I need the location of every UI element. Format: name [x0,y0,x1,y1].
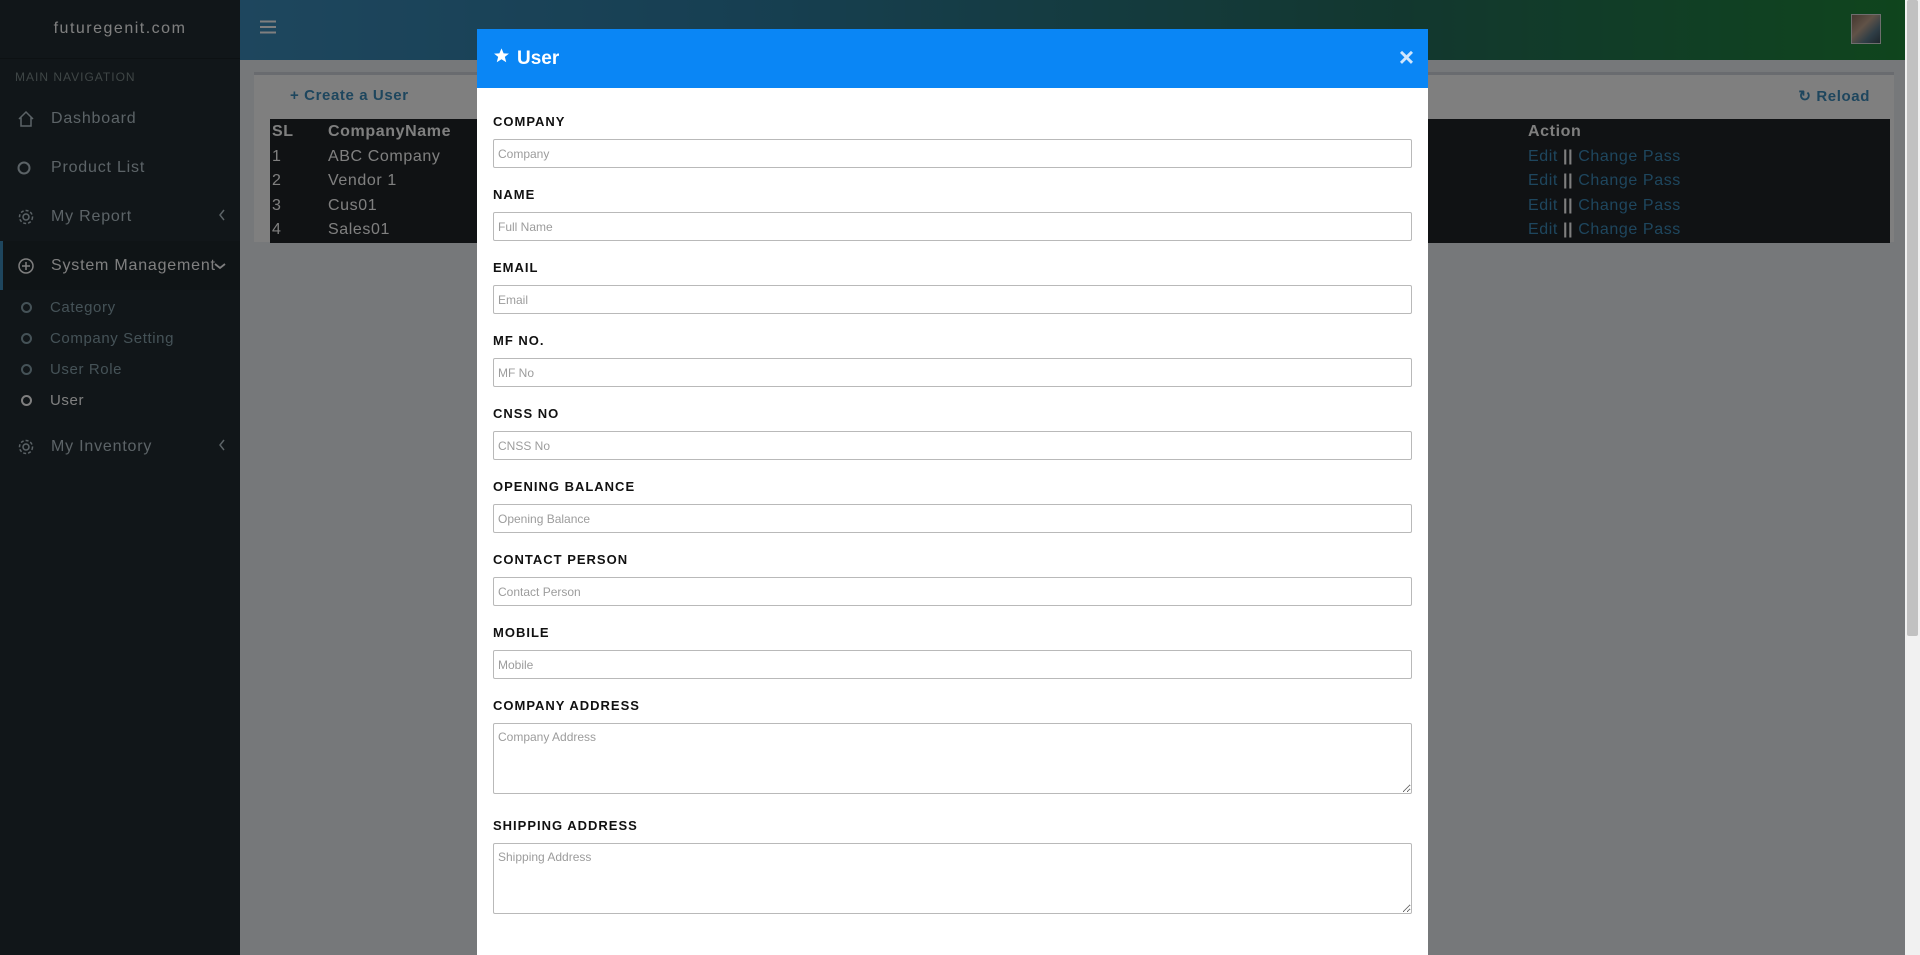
cnss-no-label: CNSS NO [493,406,560,421]
full-name-input[interactable] [493,212,1412,241]
form-group-opening-balance: OPENING BALANCE [493,479,1412,533]
shipping-address-textarea[interactable] [493,843,1412,914]
name-label: NAME [493,187,536,202]
opening-balance-input[interactable] [493,504,1412,533]
form-group-company: COMPANY [493,114,1412,168]
mf-no-label: MF NO. [493,333,545,348]
form-group-cnss-no: CNSS NO [493,406,1412,460]
company-address-label: COMPANY ADDRESS [493,698,640,713]
email-label: EMAIL [493,260,539,275]
modal-title-text: User [517,47,560,69]
cnss-no-input[interactable] [493,431,1412,460]
opening-balance-label: OPENING BALANCE [493,479,636,494]
star-icon [493,47,517,70]
contact-person-input[interactable] [493,577,1412,606]
mobile-label: MOBILE [493,625,550,640]
form-group-mobile: MOBILE [493,625,1412,679]
company-input[interactable] [493,139,1412,168]
close-icon[interactable]: × [1399,43,1414,71]
company-address-textarea[interactable] [493,723,1412,794]
page-scrollbar[interactable] [1905,0,1920,955]
scrollbar-thumb[interactable] [1907,0,1918,636]
form-group-name: NAME [493,187,1412,241]
company-label: COMPANY [493,114,566,129]
modal-title: User [493,47,559,70]
mobile-input[interactable] [493,650,1412,679]
form-group-mf-no: MF NO. [493,333,1412,387]
form-group-company-address: COMPANY ADDRESS [493,698,1412,799]
form-group-email: EMAIL [493,260,1412,314]
form-group-shipping-address: SHIPPING ADDRESS [493,818,1412,919]
modal-header: User × [477,29,1428,88]
user-modal: User × COMPANY NAME EMAIL MF NO. CNSS NO… [477,29,1428,955]
user-form: COMPANY NAME EMAIL MF NO. CNSS NO OPENIN… [477,88,1428,919]
mf-no-input[interactable] [493,358,1412,387]
shipping-address-label: SHIPPING ADDRESS [493,818,638,833]
form-group-contact-person: CONTACT PERSON [493,552,1412,606]
email-input[interactable] [493,285,1412,314]
contact-person-label: CONTACT PERSON [493,552,629,567]
